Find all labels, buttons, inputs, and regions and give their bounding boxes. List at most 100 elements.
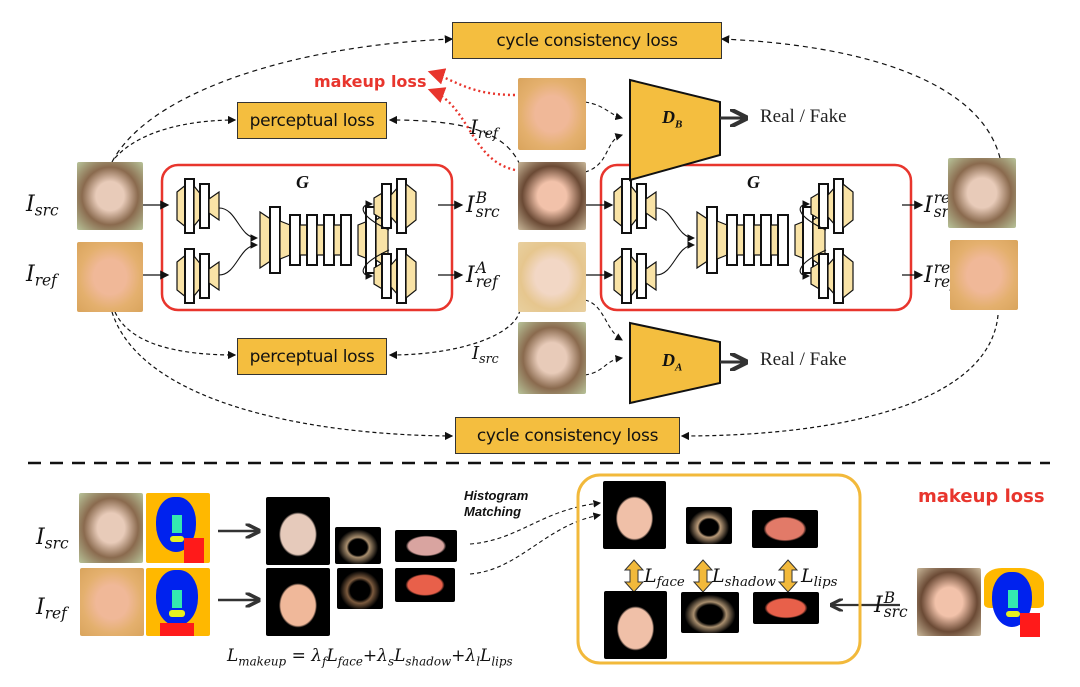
region-face-src [266, 497, 330, 565]
perceptual-loss-top: perceptual loss [237, 102, 387, 139]
network-layer [706, 206, 718, 274]
parsing-map-src-b [984, 568, 1048, 638]
network-layer [381, 183, 392, 229]
label-i-src-disc: Isrc [472, 343, 499, 366]
double-arrow-icon [623, 559, 645, 593]
network-trapezoid [645, 260, 657, 292]
network-trapezoid [736, 224, 745, 256]
network-trapezoid [299, 224, 308, 256]
arc-recref-to-cycle-bottom [680, 314, 999, 441]
network-layer [777, 214, 789, 266]
histogram-arc-2 [469, 512, 602, 575]
network-layer [306, 214, 318, 266]
arc-srcb-to-perceptual-top [388, 115, 521, 166]
network-trapezoid [208, 190, 220, 222]
network-layer [760, 214, 772, 266]
network-layer [621, 248, 632, 304]
network-layer [621, 178, 632, 234]
face-ref-input [77, 242, 143, 312]
arc-ref-to-db [584, 101, 624, 121]
double-arrow-icon [777, 559, 799, 593]
network-layer [743, 214, 755, 266]
histogram-matching-label: Histogram Matching [464, 488, 529, 519]
network-trapezoid [645, 190, 657, 222]
label-bottom-i-src-b: I Bsrc [874, 589, 908, 621]
real-fake-output-a: Real / Fake [760, 349, 847, 370]
generator-1-network [176, 178, 417, 304]
generator-2-network [613, 178, 854, 304]
makeup-loss-label-top: makeup loss [314, 72, 427, 91]
label-i-src-b: I Bsrc [466, 189, 500, 221]
arc-src-to-perceptual-top [114, 115, 237, 159]
face-src-b [518, 162, 586, 230]
parsing-map-src [146, 493, 210, 563]
makeup-loss-formula: Lmakeup = λfLface+λsLshadow+λlLlips [227, 646, 513, 669]
panel-face-bottom [604, 591, 667, 659]
panel-eye-top [686, 507, 732, 544]
face-src-input [77, 162, 143, 230]
label-l-face: Lface [644, 565, 685, 590]
panel-lips-top [752, 510, 818, 548]
face-bottom-src-b [917, 568, 981, 636]
face-bottom-ref [80, 568, 144, 636]
region-lips-ref [395, 568, 455, 602]
panel-eye-bottom [681, 592, 739, 633]
network-layer [396, 178, 407, 234]
panel-face-top [603, 481, 666, 549]
network-trapezoid [316, 224, 325, 256]
double-arrow-icon [692, 559, 714, 593]
beautygan-diagram: cycle consistency loss perceptual loss p… [0, 0, 1080, 687]
red-arc-ref-to-makeup [427, 68, 516, 97]
label-l-lips: Llips [801, 565, 838, 590]
network-layer [833, 248, 844, 304]
network-layer [818, 253, 829, 299]
network-connector [655, 207, 696, 242]
network-layer [184, 178, 195, 234]
discriminator-a-label: DA [662, 350, 683, 374]
real-fake-output-b: Real / Fake [760, 106, 847, 127]
network-layer [636, 183, 647, 229]
label-i-src-input: Isrc [26, 192, 59, 220]
region-eye-ref [337, 568, 383, 609]
panel-lips-bottom [753, 592, 819, 624]
face-ref-disc [518, 78, 586, 150]
generator-1-label: G [296, 172, 309, 192]
arc-srcb-to-db [584, 133, 624, 173]
network-connector [218, 241, 259, 276]
face-ref-rec [950, 240, 1018, 310]
network-layer [199, 253, 210, 299]
label-bottom-i-ref: Iref [36, 595, 67, 623]
parsing-map-ref [146, 568, 210, 636]
label-i-ref-input: Iref [26, 262, 57, 290]
network-trapezoid [842, 252, 854, 300]
label-i-ref-a: I Aref [466, 259, 498, 291]
network-layer [289, 214, 301, 266]
network-layer [199, 183, 210, 229]
network-trapezoid [405, 182, 417, 230]
network-trapezoid [279, 220, 291, 260]
perceptual-loss-bottom: perceptual loss [237, 338, 387, 375]
discriminator-b-label: DB [662, 107, 683, 131]
arc-src-to-da [584, 354, 624, 376]
cycle-consistency-loss-bottom: cycle consistency loss [455, 417, 680, 454]
network-trapezoid [333, 224, 342, 256]
face-src-disc [518, 322, 586, 394]
face-ref-a [518, 242, 586, 312]
cycle-consistency-loss-top: cycle consistency loss [452, 22, 722, 59]
makeup-loss-title-bottom: makeup loss [918, 486, 1045, 507]
network-trapezoid [716, 220, 728, 260]
region-lips-src [395, 530, 457, 562]
region-eye-src [335, 527, 381, 564]
region-face-ref [266, 568, 330, 636]
label-l-shadow: Lshadow [712, 565, 776, 590]
label-i-ref-disc: Iref [470, 115, 499, 143]
arc-refa-to-perceptual-bottom [388, 309, 521, 360]
network-layer [636, 253, 647, 299]
network-layer [381, 253, 392, 299]
network-layer [726, 214, 738, 266]
network-layer [184, 248, 195, 304]
network-layer [340, 214, 352, 266]
network-connector [218, 207, 259, 242]
face-src-rec [948, 158, 1016, 228]
network-layer [833, 178, 844, 234]
